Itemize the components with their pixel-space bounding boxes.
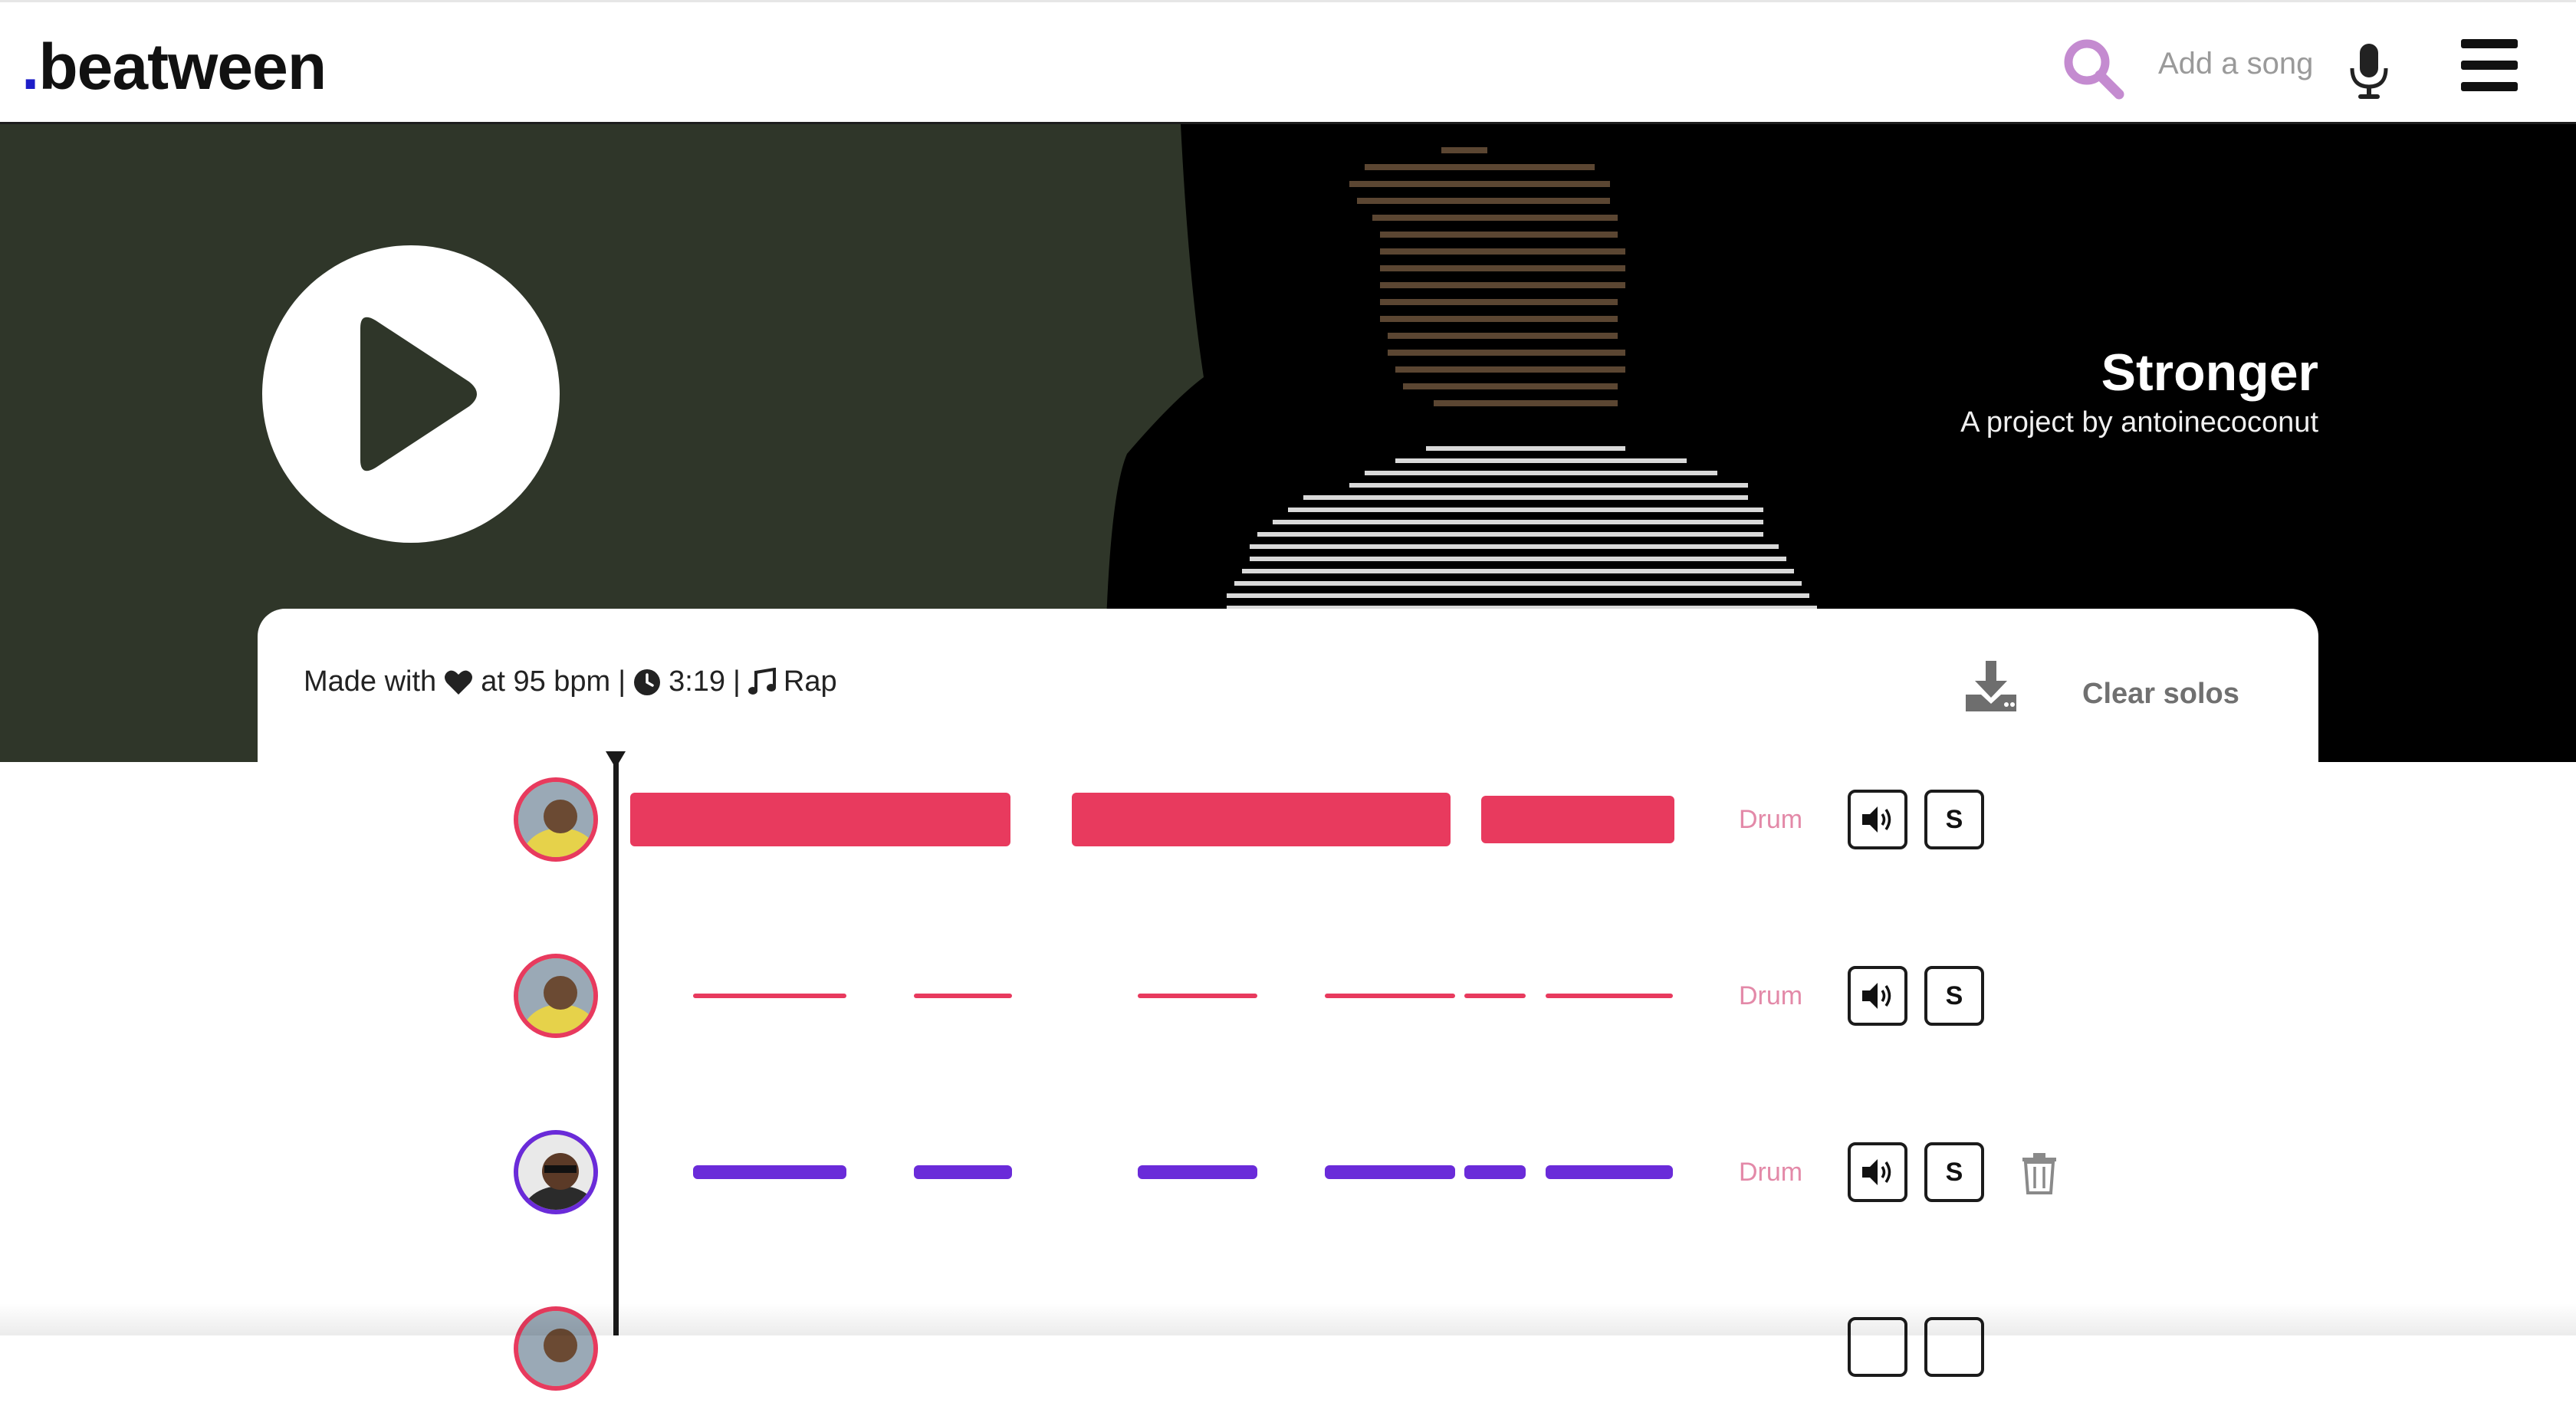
menu-line (2461, 82, 2518, 91)
instrument-label: Drum (1739, 981, 1803, 1010)
mute-button[interactable] (1848, 1142, 1907, 1202)
heart-icon (445, 670, 473, 695)
clear-solos-button[interactable]: Clear solos (2082, 678, 2239, 711)
avatar[interactable] (514, 1306, 598, 1391)
add-song-link[interactable]: Add a song (2158, 47, 2313, 81)
track-row: Drum S (0, 954, 2576, 1053)
mute-button[interactable] (1848, 966, 1907, 1026)
solo-button[interactable] (1924, 1317, 1984, 1377)
track-row: Drum S (0, 1130, 2576, 1230)
solo-button[interactable]: S (1924, 966, 1984, 1026)
song-title: Stronger (2101, 343, 2318, 402)
avatar[interactable] (514, 1130, 598, 1214)
mute-button[interactable] (1848, 790, 1907, 849)
search-icon[interactable] (2061, 36, 2125, 100)
project-author: A project by antoinecoconut (1960, 406, 2318, 439)
instrument-label: Drum (1739, 1158, 1803, 1187)
genre-text: Rap (783, 665, 837, 698)
clock-icon (634, 669, 661, 695)
menu-line (2461, 39, 2518, 48)
hamburger-menu-icon[interactable] (2461, 39, 2518, 91)
trash-icon[interactable] (2021, 1151, 2058, 1194)
solo-button[interactable]: S (1924, 1142, 1984, 1202)
speaker-icon (1862, 1159, 1891, 1185)
play-button[interactable] (262, 245, 560, 543)
track-row: Drum S (0, 777, 2576, 877)
made-with-label: Made with (304, 665, 437, 698)
play-icon (360, 317, 477, 471)
speaker-icon (1862, 806, 1891, 833)
avatar[interactable] (514, 777, 598, 862)
duration-text: 3:19 (669, 665, 726, 698)
bpm-text: at 95 bpm (481, 665, 611, 698)
track-row (0, 1306, 2576, 1406)
avatar[interactable] (514, 954, 598, 1038)
waveform[interactable] (629, 777, 1679, 862)
speaker-icon (1862, 983, 1891, 1009)
beatween-logo[interactable]: .beatween (21, 30, 327, 104)
separator: | (618, 665, 626, 698)
music-note-icon (748, 667, 776, 695)
waveform[interactable] (629, 954, 1679, 1038)
top-navbar: .beatween Add a song (0, 0, 2576, 124)
solo-button[interactable]: S (1924, 790, 1984, 849)
waveform[interactable] (629, 1130, 1679, 1214)
microphone-icon[interactable] (2346, 42, 2392, 100)
menu-line (2461, 61, 2518, 70)
mute-button[interactable] (1848, 1317, 1907, 1377)
download-icon[interactable] (1964, 659, 2018, 713)
instrument-label: Drum (1739, 805, 1803, 834)
project-meta: Made with at 95 bpm | 3:19 | Rap (304, 665, 837, 698)
separator: | (733, 665, 741, 698)
